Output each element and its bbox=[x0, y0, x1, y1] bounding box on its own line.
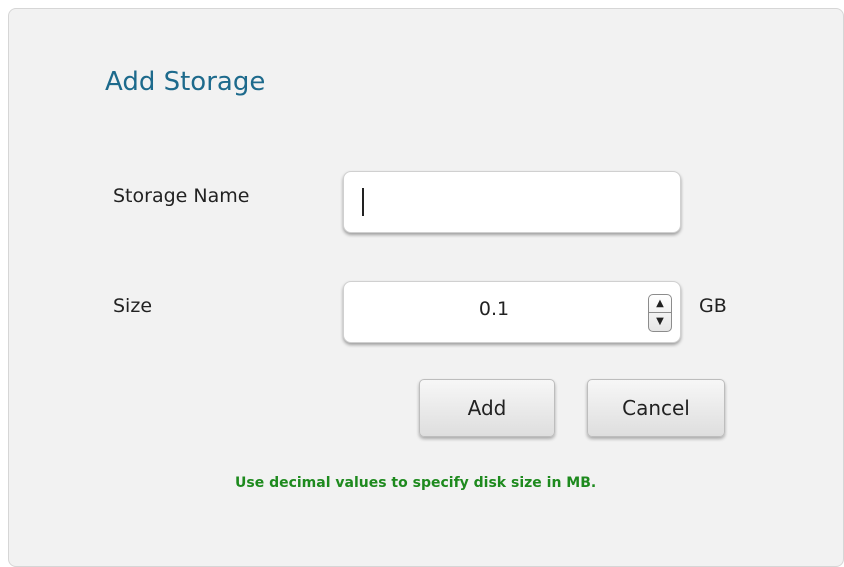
size-spinner: ▲ ▼ bbox=[648, 294, 672, 332]
size-value: 0.1 bbox=[478, 298, 510, 320]
size-unit-label: GB bbox=[699, 295, 727, 317]
size-hint-text: Use decimal values to specify disk size … bbox=[235, 475, 597, 491]
spinner-up-button[interactable]: ▲ bbox=[649, 295, 671, 313]
triangle-up-icon: ▲ bbox=[656, 297, 664, 309]
triangle-down-icon: ▼ bbox=[656, 316, 664, 327]
add-button[interactable]: Add bbox=[419, 379, 555, 437]
cancel-button[interactable]: Cancel bbox=[587, 379, 725, 437]
spinner-down-button[interactable]: ▼ bbox=[649, 313, 671, 331]
storage-name-input[interactable] bbox=[343, 171, 681, 233]
text-caret bbox=[362, 188, 364, 216]
add-storage-dialog: Add Storage Storage Name Size 0.1 ▲ ▼ GB… bbox=[8, 8, 844, 567]
dialog-title: Add Storage bbox=[105, 67, 266, 97]
size-input[interactable]: 0.1 ▲ ▼ bbox=[343, 281, 681, 343]
storage-name-label: Storage Name bbox=[113, 185, 250, 207]
size-label: Size bbox=[113, 295, 153, 317]
